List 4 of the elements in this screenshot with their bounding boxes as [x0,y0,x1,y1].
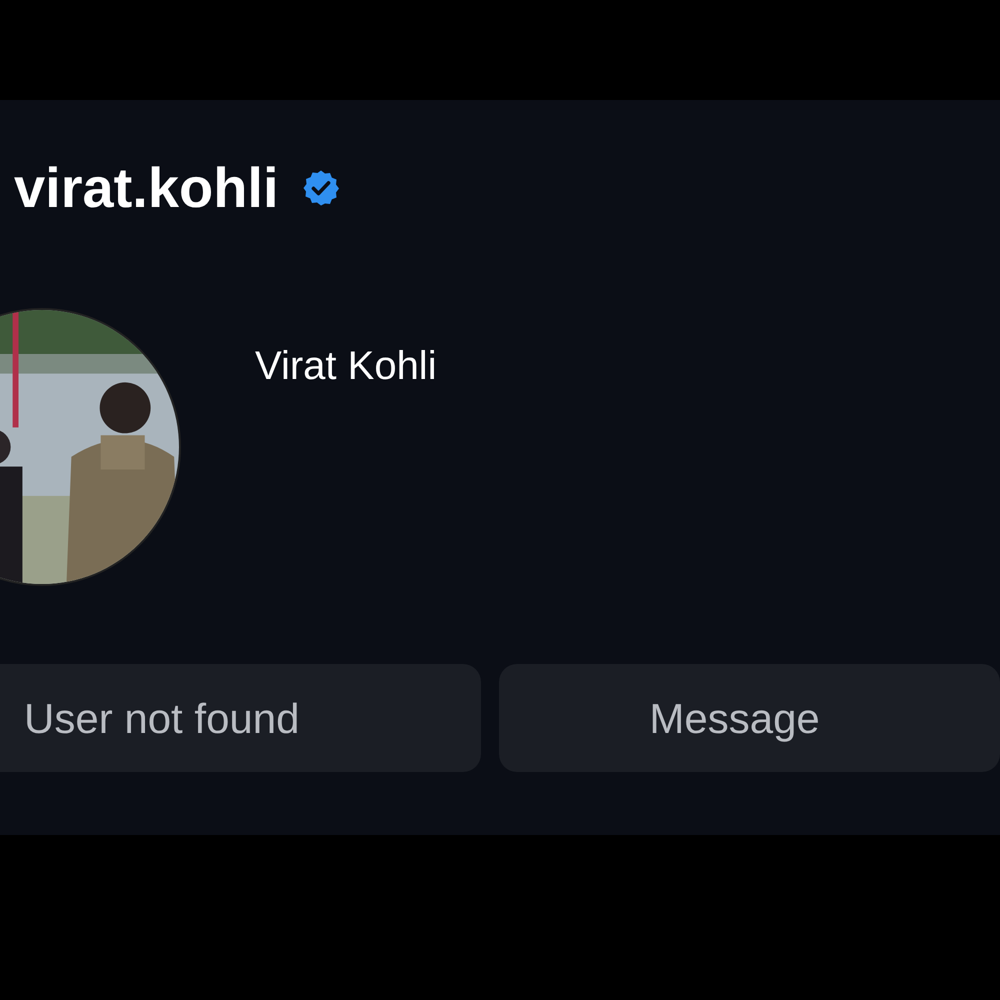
status-button[interactable]: User not found [0,664,482,772]
message-button[interactable]: Message [499,664,1000,772]
full-name: Virat Kohli [255,343,437,390]
username: virat.kohli [14,160,279,216]
